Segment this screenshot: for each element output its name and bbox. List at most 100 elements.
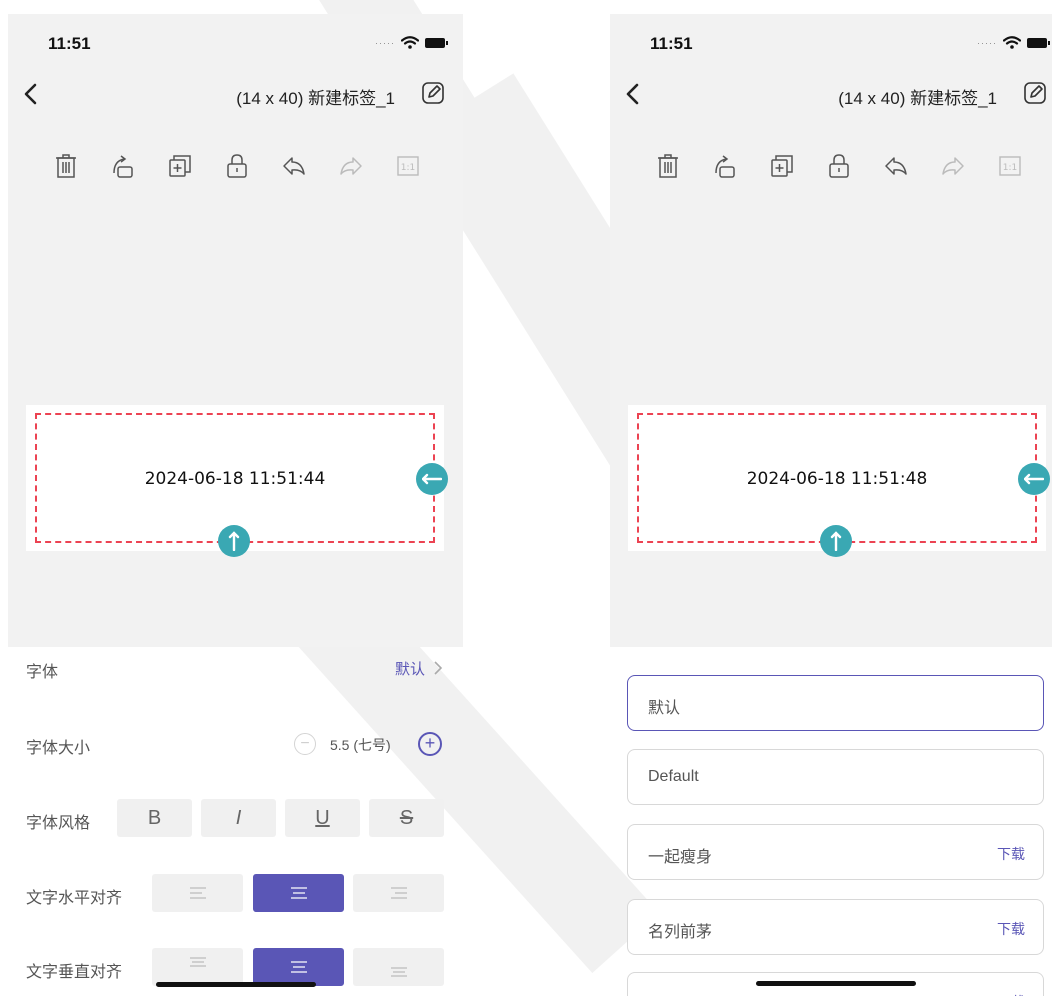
align-left-button[interactable] <box>152 874 243 912</box>
canvas-text[interactable]: 2024-06-18 11:51:48 <box>628 469 1046 489</box>
font-style-label: 字体风格 <box>26 815 91 832</box>
edit-icon <box>1024 82 1046 104</box>
increase-size-button[interactable]: + <box>418 732 442 756</box>
horizontal-arrows-icon <box>422 473 442 485</box>
align-right-icon <box>390 887 407 899</box>
label-canvas[interactable]: 2024-06-18 11:51:48 <box>628 405 1050 557</box>
vertical-arrows-icon <box>830 531 842 551</box>
wifi-icon <box>1003 36 1021 49</box>
lock-icon <box>227 154 247 178</box>
lock-button[interactable] <box>825 152 853 180</box>
battery-icon <box>425 37 448 48</box>
undo-button[interactable] <box>882 152 910 180</box>
align-bottom-button[interactable] <box>353 948 444 986</box>
resize-height-handle[interactable] <box>218 525 250 557</box>
font-option[interactable]: 名列前茅 下载 <box>627 899 1044 955</box>
ratio-icon: 1:1 <box>999 156 1021 176</box>
redo-icon <box>942 157 964 175</box>
delete-button[interactable] <box>654 152 682 180</box>
font-style-row: 字体风格 B I U S <box>8 799 463 839</box>
font-option-name: Default <box>648 768 699 785</box>
font-option[interactable]: 默认 <box>627 675 1044 731</box>
bold-button[interactable]: B <box>117 799 192 837</box>
chevron-right-icon <box>434 661 443 675</box>
align-top-icon <box>189 957 206 967</box>
align-middle-button[interactable] <box>253 948 344 986</box>
redo-icon <box>340 157 362 175</box>
resize-width-handle[interactable] <box>416 463 448 495</box>
rotate-button[interactable] <box>109 152 137 180</box>
download-button[interactable]: 下载 <box>997 919 1025 939</box>
undo-button[interactable] <box>280 152 308 180</box>
align-left-icon <box>189 887 206 899</box>
ratio-icon: 1:1 <box>397 156 419 176</box>
font-option-name: 晓寒 <box>648 991 680 996</box>
status-icons: ····· <box>375 36 448 49</box>
status-icons: ····· <box>977 36 1050 49</box>
duplicate-button[interactable] <box>166 152 194 180</box>
page-title: (14 x 40) 新建标签_1 <box>838 89 997 108</box>
vertical-arrows-icon <box>228 531 240 551</box>
align-center-button[interactable] <box>253 874 344 912</box>
lock-button[interactable] <box>223 152 251 180</box>
home-indicator <box>156 982 316 987</box>
duplicate-button[interactable] <box>768 152 796 180</box>
toolbar: 1:1 <box>654 152 1024 180</box>
delete-button[interactable] <box>52 152 80 180</box>
font-row[interactable]: 字体 默认 <box>8 648 463 688</box>
redo-button[interactable] <box>337 152 365 180</box>
horizontal-align-row: 文字水平对齐 <box>8 874 463 914</box>
status-time: 11:51 <box>650 34 693 53</box>
toolbar: 1:1 <box>52 152 422 180</box>
trash-icon <box>658 154 678 178</box>
back-button[interactable] <box>20 80 44 108</box>
align-middle-icon <box>290 961 307 973</box>
page-title: (14 x 40) 新建标签_1 <box>236 89 395 108</box>
font-value[interactable]: 默认 <box>395 658 425 679</box>
lock-icon <box>829 154 849 178</box>
phone-screen-left: 11:51 ····· (14 x 40) 新建标签_1 1:1 2024-06… <box>8 0 463 996</box>
strikethrough-button[interactable]: S <box>369 799 444 837</box>
ratio-button[interactable]: 1:1 <box>394 152 422 180</box>
align-bottom-icon <box>390 967 407 977</box>
align-right-button[interactable] <box>353 874 444 912</box>
font-option[interactable]: 一起瘦身 下载 <box>627 824 1044 880</box>
underline-button[interactable]: U <box>285 799 360 837</box>
rotate-icon <box>715 155 735 178</box>
download-button[interactable]: 下载 <box>997 992 1025 996</box>
undo-icon <box>885 157 907 175</box>
font-option-name: 默认 <box>648 700 681 717</box>
align-center-icon <box>290 887 307 899</box>
copy-icon <box>771 155 793 177</box>
ratio-button[interactable]: 1:1 <box>996 152 1024 180</box>
svg-text:1:1: 1:1 <box>1003 163 1017 173</box>
rotate-button[interactable] <box>711 152 739 180</box>
resize-height-handle[interactable] <box>820 525 852 557</box>
edit-title-button[interactable] <box>1023 81 1047 105</box>
italic-button[interactable]: I <box>201 799 276 837</box>
redo-button[interactable] <box>939 152 967 180</box>
font-label: 字体 <box>26 664 59 681</box>
signal-icon: ····· <box>375 37 395 48</box>
vertical-align-label: 文字垂直对齐 <box>26 964 123 981</box>
font-option-name: 一起瘦身 <box>648 849 713 866</box>
rotate-icon <box>113 155 133 178</box>
font-option[interactable]: Default <box>627 749 1044 805</box>
back-button[interactable] <box>622 80 646 108</box>
edit-icon <box>422 82 444 104</box>
decrease-size-button[interactable]: − <box>294 733 316 755</box>
canvas-text[interactable]: 2024-06-18 11:51:44 <box>26 469 444 489</box>
font-option-name: 名列前茅 <box>648 924 713 941</box>
signal-icon: ····· <box>977 37 997 48</box>
font-size-value: 5.5 (七号) <box>330 737 391 753</box>
home-indicator <box>756 981 916 986</box>
chevron-left-icon <box>626 83 639 105</box>
label-canvas[interactable]: 2024-06-18 11:51:44 <box>26 405 448 557</box>
resize-width-handle[interactable] <box>1018 463 1050 495</box>
edit-title-button[interactable] <box>421 81 445 105</box>
font-size-label: 字体大小 <box>26 740 91 757</box>
download-button[interactable]: 下载 <box>997 844 1025 864</box>
svg-text:1:1: 1:1 <box>401 163 415 173</box>
horizontal-align-label: 文字水平对齐 <box>26 890 123 907</box>
align-top-button[interactable] <box>152 948 243 986</box>
